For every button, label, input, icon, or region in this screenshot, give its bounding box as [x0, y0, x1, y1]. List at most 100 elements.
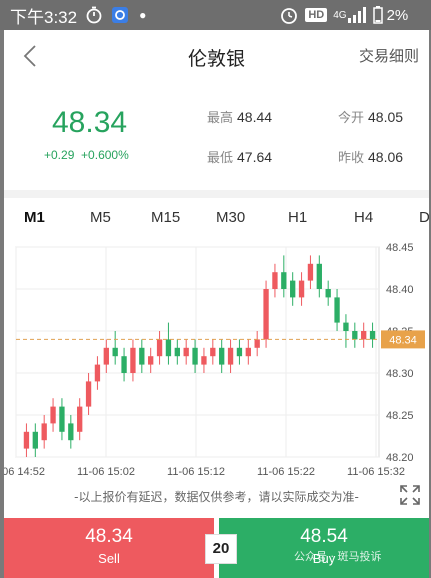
- candle-body: [68, 423, 74, 441]
- tab-m15[interactable]: M15: [151, 209, 180, 226]
- candle-body: [130, 347, 136, 373]
- candle-body: [121, 356, 127, 373]
- price-change: +0.29 +0.600%: [44, 148, 129, 162]
- stat-open: 今开 48.05: [338, 107, 403, 126]
- candle-body: [156, 339, 163, 357]
- candle-body: [165, 339, 172, 357]
- current-price: 48.34: [52, 106, 128, 139]
- candle-body: [325, 289, 331, 298]
- x-tick-label: 11-06 15:22: [257, 466, 315, 478]
- x-tick-label: 11-06 14:52: [4, 466, 45, 478]
- candle-body: [369, 331, 376, 340]
- sell-button[interactable]: 48.34 Sell: [4, 518, 214, 578]
- candle-body: [174, 347, 180, 357]
- candle-body: [41, 423, 47, 441]
- trade-bar: 48.34 Sell 48.54 Buy 20 公众号 · 斑马投诉: [4, 518, 429, 578]
- candle-body: [298, 280, 305, 298]
- candle-body: [183, 347, 189, 357]
- section-divider: [4, 190, 429, 198]
- status-bar: 下午3:32 ● HD 4G 2%: [0, 0, 431, 30]
- candle-body: [77, 406, 83, 432]
- stat-high-value: 48.44: [237, 109, 273, 125]
- candle-body: [272, 272, 278, 289]
- quote-panel: 48.34 +0.29 +0.600% 最高 48.44 今开 48.05 最低 47…: [4, 90, 429, 190]
- y-tick-label: 48.40: [386, 284, 414, 296]
- candle-body: [85, 381, 92, 407]
- tab-h1[interactable]: H1: [288, 209, 307, 226]
- y-tick-label: 48.45: [386, 242, 414, 254]
- stat-low: 最低 47.64: [207, 147, 272, 166]
- tab-m30[interactable]: M30: [216, 209, 245, 226]
- candle-body: [307, 263, 314, 281]
- change-value: +0.29: [44, 148, 75, 162]
- candle-body: [352, 331, 358, 340]
- stat-low-label: 最低: [207, 151, 234, 166]
- timeframe-tabs: M1 M5 M15 M30 H1 H4 D: [4, 206, 429, 230]
- app-icon: [112, 7, 129, 23]
- change-percent: +0.600%: [81, 148, 129, 162]
- candle-body: [210, 347, 216, 357]
- watermark: 公众号 · 斑马投诉: [294, 550, 382, 563]
- y-tick-label: 48.30: [386, 368, 414, 380]
- tab-d[interactable]: D: [419, 209, 429, 226]
- candle-body: [263, 289, 269, 340]
- stat-low-value: 47.64: [237, 149, 273, 165]
- trading-rules-link[interactable]: 交易细则: [359, 45, 419, 66]
- candle-body: [192, 347, 198, 365]
- candle-body: [94, 364, 101, 382]
- candle-body: [343, 322, 349, 331]
- x-tick-label: 11-06 15:32: [347, 466, 405, 478]
- candle-body: [254, 339, 260, 348]
- network-type: 4G: [333, 9, 347, 21]
- candle-body: [245, 347, 251, 357]
- stat-prev-close-value: 48.06: [368, 149, 404, 165]
- candle-body: [281, 272, 287, 289]
- candle-body: [201, 356, 207, 365]
- battery-icon: [372, 6, 383, 24]
- buy-price: 48.54: [300, 526, 348, 547]
- candle-body: [361, 331, 367, 340]
- tab-m1[interactable]: M1: [24, 209, 45, 226]
- alarm-icon: [281, 8, 298, 24]
- candle-body: [59, 406, 65, 432]
- signal-icon: [347, 7, 366, 23]
- candle-body: [103, 347, 109, 365]
- candle-body: [139, 347, 145, 365]
- candle-body: [227, 347, 234, 365]
- stat-high-label: 最高: [207, 111, 234, 126]
- sell-price: 48.34: [85, 526, 133, 547]
- candle-body: [23, 431, 30, 449]
- stat-open-value: 48.05: [368, 109, 404, 125]
- candle-body: [290, 280, 296, 298]
- hd-badge: HD: [305, 8, 328, 22]
- notification-dot-icon: ●: [139, 8, 147, 22]
- stat-prev-close-label: 昨收: [338, 151, 365, 166]
- nav-bar: 伦敦银 交易细则: [4, 30, 429, 82]
- spread-badge: 20: [205, 534, 237, 564]
- candle-body: [112, 347, 118, 357]
- candle-body: [50, 406, 56, 424]
- candle-body: [236, 347, 243, 357]
- current-price-label: 48.34: [389, 334, 417, 346]
- app-screen: 伦敦银 交易细则 48.34 +0.29 +0.600% 最高 48.44 今开 4…: [4, 30, 429, 578]
- candlestick-chart[interactable]: 48.4548.4048.3548.3048.2548.2011-06 14:5…: [4, 235, 429, 515]
- candle-body: [316, 263, 322, 289]
- stat-open-label: 今开: [338, 111, 365, 126]
- tab-h4[interactable]: H4: [354, 209, 373, 226]
- candle-body: [32, 431, 38, 449]
- tab-m5[interactable]: M5: [90, 209, 111, 226]
- fullscreen-icon[interactable]: [399, 484, 421, 506]
- candle-body: [334, 297, 340, 323]
- battery-level: 2%: [386, 6, 409, 24]
- sell-label: Sell: [98, 551, 120, 566]
- x-tick-label: 11-06 15:02: [77, 466, 135, 478]
- stat-prev-close: 昨收 48.06: [338, 147, 403, 166]
- delay-notice: -以上报价有延迟，数据仅供参考，请以实际成交为准-: [74, 490, 359, 504]
- x-tick-label: 11-06 15:12: [167, 466, 225, 478]
- candle-body: [219, 347, 225, 365]
- stat-high: 最高 48.44: [207, 107, 272, 126]
- timer-icon: [86, 6, 102, 24]
- y-tick-label: 48.20: [386, 452, 414, 464]
- candle-body: [148, 356, 154, 365]
- status-time: 下午3:32: [10, 7, 78, 27]
